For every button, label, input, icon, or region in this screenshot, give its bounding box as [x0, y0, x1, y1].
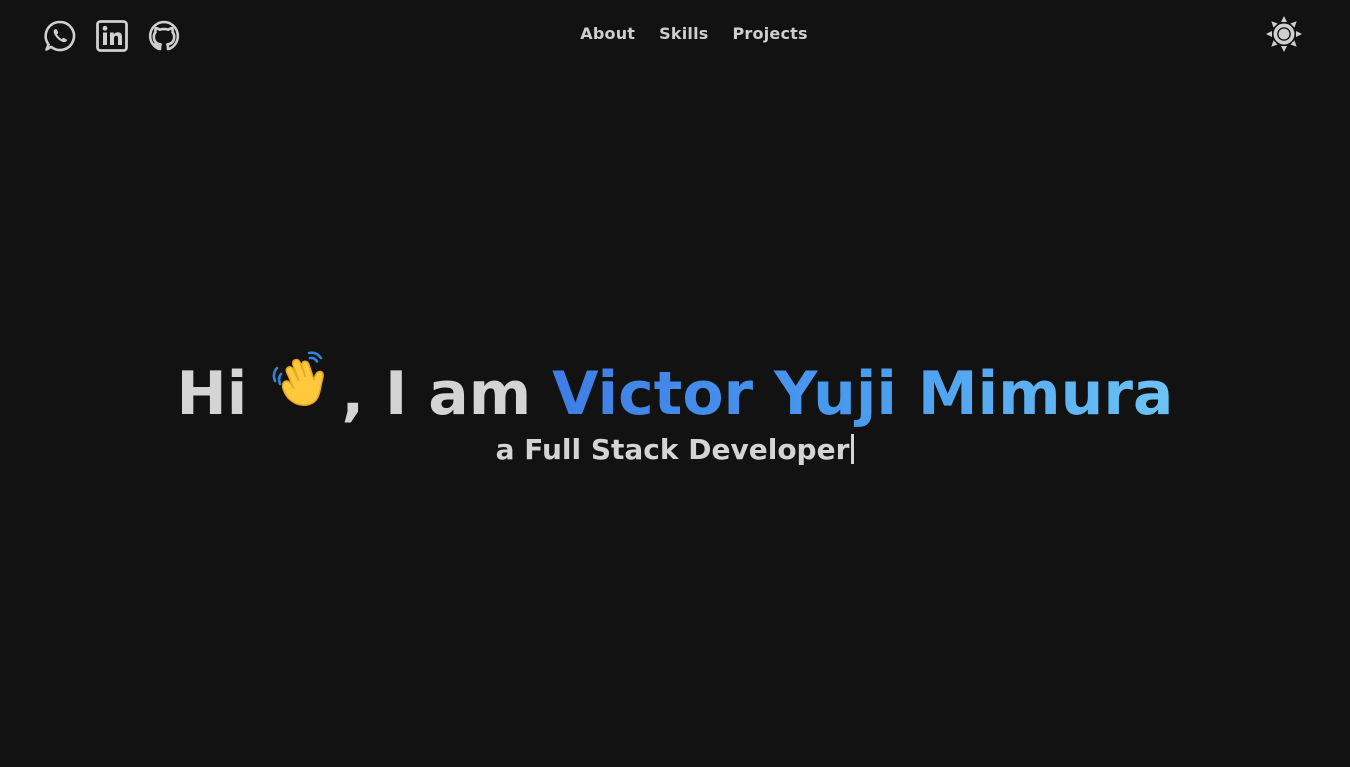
greeting-start: Hi	[176, 359, 248, 429]
waving-hand-icon	[269, 347, 335, 435]
typing-cursor	[851, 434, 855, 465]
theme-toggle-button[interactable]	[1264, 16, 1304, 56]
sun-icon	[1265, 15, 1303, 57]
nav-link-skills[interactable]: Skills	[659, 24, 708, 43]
page: About Skills Projects Hi , I am Victor Y…	[0, 0, 1350, 767]
main-nav: About Skills Projects	[0, 24, 1350, 43]
header: About Skills Projects	[0, 0, 1350, 72]
nav-link-projects[interactable]: Projects	[733, 24, 808, 43]
subtitle-text: a Full Stack Developer	[495, 433, 850, 467]
hero-title: Hi , I am Victor Yuji Mimura	[0, 350, 1350, 441]
greeting-middle: , I am	[341, 359, 532, 429]
developer-name: Victor Yuji Mimura	[552, 359, 1174, 429]
nav-link-about[interactable]: About	[580, 24, 635, 43]
hero-section: Hi , I am Victor Yuji Mimura a Full Stac…	[0, 350, 1350, 466]
